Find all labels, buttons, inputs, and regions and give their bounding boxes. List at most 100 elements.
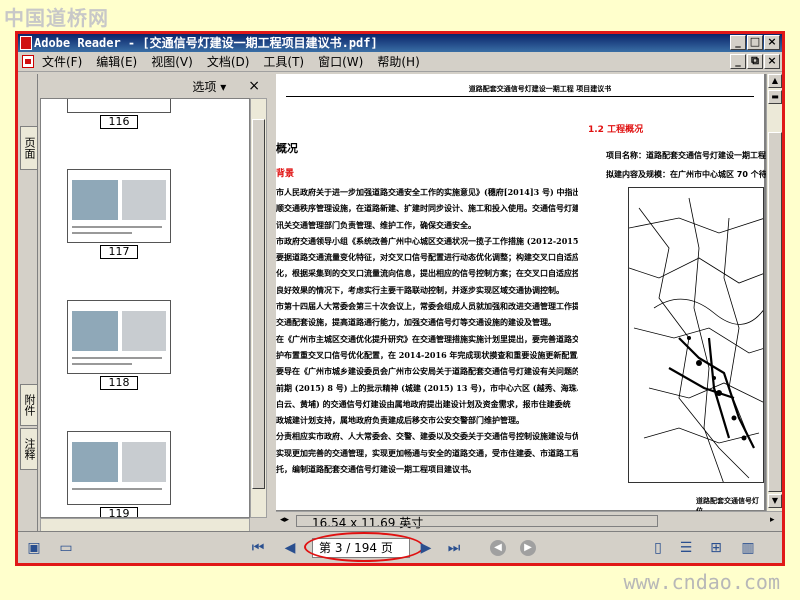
panel-header: 选项 ▾ × — [40, 74, 268, 98]
thumbnail-scroll-thumb[interactable] — [252, 119, 265, 489]
continuous-facing-icon[interactable]: ▥ — [740, 540, 756, 556]
page-view-icon[interactable]: ▣ — [26, 540, 42, 556]
menu-edit[interactable]: 编辑(E) — [96, 53, 137, 70]
watermark-top: 中国道桥网 — [4, 6, 109, 30]
thumbnail-label: 118 — [100, 376, 138, 390]
body-line: 交通配套设施，提高道路通行能力，加强交通信号灯等交通设施的建设及管理。 — [276, 317, 556, 328]
split-handle[interactable]: ▬ — [768, 90, 782, 104]
facing-icon[interactable]: ⊞ — [708, 540, 724, 556]
thumbnail-image — [67, 300, 171, 374]
continuous-icon[interactable]: ☰ — [678, 540, 694, 556]
adobe-reader-icon — [20, 36, 32, 50]
body-line: 市人民政府关于进一步加强道路交通安全工作的实施意见》(穗府[2014]3 号) … — [276, 187, 578, 197]
body-line: 护布置重交叉口信号优化配置，在 2014-2016 年完成现状摸查和重要设施更新… — [276, 349, 578, 360]
thumbnail-page[interactable]: 119 — [67, 431, 171, 517]
thumbnail-label: 117 — [100, 245, 138, 259]
body-line: 讯关交通管理部门负责管理、维护工作，确保交通安全。 — [276, 219, 476, 230]
thumbnail-image — [67, 99, 171, 113]
single-page-icon[interactable]: ▯ — [650, 540, 666, 556]
navigation-panel: 页面 附件 注释 选项 ▾ × 116 117 118 119 — [18, 74, 268, 537]
window-controls: _ □ × — [730, 35, 780, 50]
body-line: 托，编制道路配套交通信号灯建设一期工程项目建议书。 — [276, 464, 476, 475]
scroll-left-icon[interactable]: ◂▸ — [280, 515, 289, 525]
thumbnail-scrollbar[interactable] — [250, 98, 267, 518]
tab-attachments[interactable]: 附件 — [20, 384, 37, 426]
status-bar: ▣ ▭ ⏮ ◀ 第 3 / 194 页 ▶ ⏭ ◀ ▶ ▯ ☰ ⊞ ▥ — [18, 531, 782, 563]
menu-view[interactable]: 视图(V) — [151, 53, 193, 70]
thumbnail-label: 119 — [100, 507, 138, 517]
scroll-up-button[interactable]: ▲ — [768, 74, 782, 88]
document-vscrollbar[interactable]: ▲ ▬ ▼ — [766, 74, 782, 511]
maximize-button[interactable]: □ — [747, 35, 763, 50]
previous-page-button[interactable]: ◀ — [282, 540, 298, 556]
document-hscrollbar[interactable]: ◂▸ 16.54 x 11.69 英寸 ▸ — [276, 511, 782, 530]
menu-window[interactable]: 窗口(W) — [318, 53, 363, 70]
body-line: 前期 (2015) 8 号) 上的批示精神 (城建 (2015) 13 号)，市… — [276, 382, 578, 393]
thumbnail-page[interactable]: 117 — [67, 169, 171, 259]
body-line: 顺交通秩序管理设施，在道路新建、扩建时同步设计、施工和投入使用。交通信号灯建 — [276, 203, 578, 214]
menu-document[interactable]: 文档(D) — [207, 53, 250, 70]
go-back-button[interactable]: ◀ — [490, 540, 506, 556]
tab-pages[interactable]: 页面 — [20, 126, 37, 170]
thumbnail-page[interactable]: 116 — [67, 99, 171, 129]
doc-close-button[interactable]: × — [764, 54, 780, 69]
project-name: 项目名称：道路配套交通信号灯建设一期工程 — [606, 151, 766, 160]
body-line: 要导在《广州市城乡建设委员会广州市公安局关于道路配套交通信号灯建设有关问题的 — [276, 366, 578, 377]
reader-window: Adobe Reader - [交通信号灯建设一期工程项目建议书.pdf] _ … — [15, 31, 785, 566]
scroll-right-icon[interactable]: ▸ — [770, 515, 775, 525]
last-page-button[interactable]: ⏭ — [446, 540, 462, 556]
thumbnail-hscrollbar[interactable] — [40, 518, 250, 532]
close-button[interactable]: × — [764, 35, 780, 50]
menu-bar: 文件(F) 编辑(E) 视图(V) 文档(D) 工具(T) 窗口(W) 帮助(H… — [18, 52, 782, 72]
document-hscroll-thumb[interactable] — [296, 515, 658, 527]
thumbnail-list: 116 117 118 119 — [40, 98, 250, 518]
document-icon[interactable] — [22, 55, 34, 68]
window-title: Adobe Reader - [交通信号灯建设一期工程项目建议书.pdf] — [34, 36, 378, 50]
panel-tabs: 页面 附件 注释 — [18, 74, 38, 537]
body-line: 白云、黄埔) 的交通信号灯建设由属地政府提出建设计划及资金需求，报市住建委统 — [276, 398, 571, 409]
highlight-oval — [304, 532, 424, 562]
scroll-down-button[interactable]: ▼ — [768, 494, 782, 508]
menu-tools[interactable]: 工具(T) — [263, 53, 304, 70]
document-window-controls: _ ⧉ × — [730, 54, 780, 69]
body-line: 化，根据采集到的交叉口流量流向信息，提出相应的信号控制方案；在交叉口自适应控 — [276, 268, 578, 279]
page-options-icon[interactable]: ▭ — [58, 540, 74, 556]
body-line: 要据道路交通流量变化特征，对交叉口信号配置进行动态优化调整；构建交叉口自适应 — [276, 252, 578, 263]
page-header: 道路配套交通信号灯建设一期工程 项目建议书 — [468, 85, 612, 93]
doc-minimize-button[interactable]: _ — [730, 54, 746, 69]
project-scope: 拟建内容及规模：在广州市中心城区 70 个待 — [606, 170, 766, 179]
watermark-bottom: www.cndao.com — [623, 570, 780, 594]
map-caption: 道路配套交通信号灯位 — [696, 497, 759, 511]
body-line: 市政府交通领导小组《系统改善广州中心城区交通状况一揽子工作措施 (2012-20… — [276, 235, 578, 246]
body-line: 政城建计划支持，属地政府负责建成后移交市公安交警部门维护管理。 — [276, 415, 524, 426]
menu-help[interactable]: 帮助(H) — [377, 53, 419, 70]
close-panel-icon[interactable]: × — [248, 78, 260, 94]
go-forward-button[interactable]: ▶ — [520, 540, 536, 556]
body-line: 良好效果的情况下，考虑实行主要干路联动控制，并逐步实现区域交通协调控制。 — [276, 284, 564, 295]
body-line: 在《广州市主城区交通优化提升研究》在交通管理措施实施计划里提出，要完善道路交 — [276, 333, 578, 344]
section-heading: 1.2 工程概况 — [588, 125, 644, 135]
next-page-button[interactable]: ▶ — [418, 540, 434, 556]
body-line: 实现更加完善的交通管理，实现更加畅通与安全的道路交通，受市住建委、市道路工程 — [276, 447, 578, 458]
minimize-button[interactable]: _ — [730, 35, 746, 50]
thumbnail-image — [67, 169, 171, 243]
options-menu[interactable]: 选项 ▾ — [192, 78, 226, 95]
body-line: 分责相应实市政府、人大常委会、交警、建委以及交委关于交通信号控制设施建设与优 — [276, 431, 578, 442]
document-page: 道路配套交通信号灯建设一期工程 项目建议书 1.2 工程概况 项目名称：道路配套… — [276, 74, 766, 511]
thumbnail-page[interactable]: 118 — [67, 300, 171, 390]
tab-comments[interactable]: 注释 — [20, 428, 37, 470]
map-drawing — [629, 197, 763, 482]
background-heading: 背景 — [276, 169, 295, 179]
document-view[interactable]: 道路配套交通信号灯建设一期工程 项目建议书 1.2 工程概况 项目名称：道路配套… — [276, 74, 766, 511]
road-network-map — [628, 187, 764, 483]
thumbnail-image — [67, 431, 171, 505]
overview-heading: 概况 — [276, 142, 298, 155]
first-page-button[interactable]: ⏮ — [250, 540, 266, 556]
document-scroll-thumb[interactable] — [768, 132, 782, 492]
body-line: 市第十四届人大常委会第三十次会议上，常委会组成人员就加强和改进交通管理工作提 — [276, 301, 578, 312]
thumbnail-label: 116 — [100, 115, 138, 129]
doc-restore-button[interactable]: ⧉ — [747, 54, 763, 69]
title-bar: Adobe Reader - [交通信号灯建设一期工程项目建议书.pdf] _ … — [18, 34, 782, 52]
body-text: 市人民政府关于进一步加强道路交通安全工作的实施意见》(穗府[2014]3 号) … — [276, 184, 578, 477]
menu-file[interactable]: 文件(F) — [42, 53, 82, 70]
